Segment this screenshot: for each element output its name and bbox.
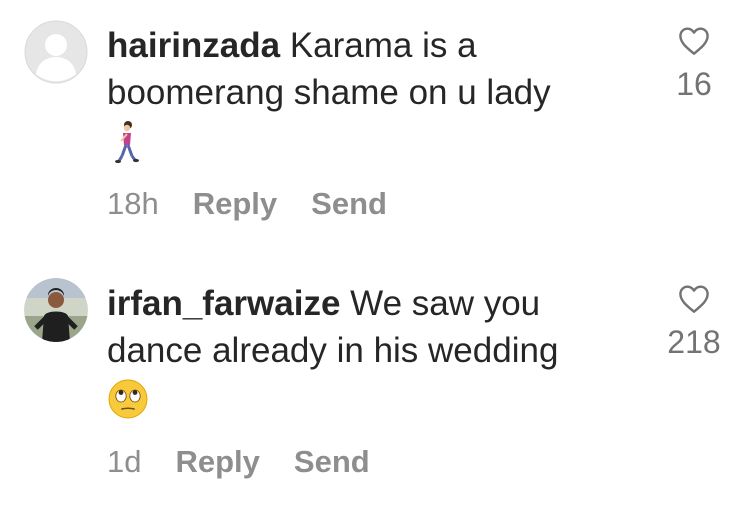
comment-time: 18h bbox=[107, 186, 159, 221]
comment-item: irfan_farwaize We saw you dance already … bbox=[0, 258, 750, 505]
woman-walking-emoji-icon bbox=[115, 121, 139, 164]
heart-icon[interactable] bbox=[678, 26, 710, 56]
comment-meta: 1d Reply Send bbox=[107, 444, 627, 480]
like-control: 218 bbox=[664, 284, 724, 361]
reply-button[interactable]: Reply bbox=[193, 186, 277, 222]
emoji-line bbox=[107, 378, 627, 422]
like-count: 218 bbox=[667, 324, 721, 360]
emoji-line bbox=[107, 120, 627, 164]
like-control: 16 bbox=[664, 26, 724, 103]
avatar[interactable] bbox=[24, 20, 88, 84]
comment-meta: 18h Reply Send bbox=[107, 186, 627, 222]
comment-text: hairinzada Karama is a boomerang shame o… bbox=[107, 22, 627, 116]
comment-body: hairinzada Karama is a boomerang shame o… bbox=[107, 22, 627, 222]
comment-item: hairinzada Karama is a boomerang shame o… bbox=[0, 0, 750, 258]
comment-text: irfan_farwaize We saw you dance already … bbox=[107, 280, 627, 374]
comment-time: 1d bbox=[107, 444, 142, 479]
user-photo-icon bbox=[24, 278, 88, 342]
comment-username[interactable]: irfan_farwaize bbox=[107, 284, 340, 323]
send-button[interactable]: Send bbox=[294, 444, 370, 480]
avatar[interactable] bbox=[24, 278, 88, 342]
send-button[interactable]: Send bbox=[311, 186, 387, 222]
like-count: 16 bbox=[676, 66, 712, 102]
heart-icon[interactable] bbox=[678, 284, 710, 314]
eye-roll-face-emoji-icon bbox=[108, 379, 148, 419]
reply-button[interactable]: Reply bbox=[175, 444, 259, 480]
default-avatar-icon bbox=[24, 20, 88, 84]
comment-body: irfan_farwaize We saw you dance already … bbox=[107, 280, 627, 480]
comment-username[interactable]: hairinzada bbox=[107, 26, 280, 65]
